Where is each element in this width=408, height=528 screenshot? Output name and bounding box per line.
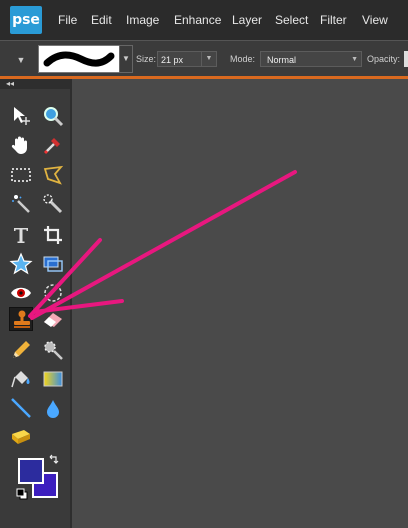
size-field[interactable]: 21 px ▼ [157,51,217,67]
red-eye-removal-tool-icon[interactable] [9,281,33,305]
gradient-tool-icon[interactable] [41,367,65,391]
line-shape-tool-icon[interactable] [9,396,33,420]
sponge-tool-icon[interactable] [9,425,33,449]
menu-file[interactable]: File [58,13,77,27]
toolbox-collapse-button[interactable]: ◂◂ [0,79,70,89]
crop-tool-icon[interactable] [41,223,65,247]
lasso-tool-icon[interactable] [41,163,65,187]
magic-wand-tool-icon[interactable] [9,192,33,216]
smart-brush-tool-icon[interactable] [41,338,65,362]
eyedropper-tool-icon[interactable] [41,133,65,157]
chevron-down-icon: ▼ [351,56,358,63]
tool-preset-dropdown[interactable]: ▼ [10,51,32,69]
mode-label: Mode: [230,54,256,64]
mode-value: Normal [267,55,297,65]
menu-layer[interactable]: Layer [232,13,262,27]
move-tool-icon[interactable] [9,104,33,128]
paint-bucket-tool-icon[interactable] [9,367,33,391]
type-tool-icon[interactable] [9,223,33,247]
tool-options-bar: ▼ ▼ Size: 21 px ▼ Mode: Normal ▼ Opacity… [0,40,408,77]
swap-colors-icon[interactable] [47,454,61,468]
zoom-tool-icon[interactable] [41,104,65,128]
menu-image[interactable]: Image [126,13,159,27]
clone-stamp-tool-icon[interactable] [9,307,33,331]
eraser-tool-icon[interactable] [41,307,65,331]
spot-healing-brush-tool-icon[interactable] [41,281,65,305]
hand-tool-icon[interactable] [9,133,33,157]
brush-picker-arrow[interactable]: ▼ [119,45,133,73]
menu-edit[interactable]: Edit [91,13,112,27]
menu-filter[interactable]: Filter [320,13,347,27]
blur-tool-icon[interactable] [41,396,65,420]
brush-preview[interactable] [38,45,120,73]
marquee-tool-icon[interactable] [9,163,33,187]
mode-select[interactable]: Normal ▼ [260,51,362,67]
pencil-tool-icon[interactable] [9,338,33,362]
menu-bar: pse File Edit Image Enhance Layer Select… [0,0,408,40]
menu-select[interactable]: Select [275,13,308,27]
straighten-tool-icon[interactable] [41,252,65,276]
menu-enhance[interactable]: Enhance [174,13,221,27]
menu-view[interactable]: View [362,13,388,27]
app-logo: pse [10,6,42,34]
size-slider-arrow[interactable]: ▼ [201,52,216,66]
quick-selection-tool-icon[interactable] [41,192,65,216]
brush-stroke-icon [43,51,115,67]
foreground-color-swatch[interactable] [18,458,44,484]
size-label: Size: [136,54,157,64]
default-colors-icon[interactable] [15,487,29,501]
cookie-cutter-tool-icon[interactable] [9,252,33,276]
opacity-field[interactable] [404,51,408,67]
opacity-label: Opacity: [367,54,401,64]
size-value: 21 px [161,55,184,65]
canvas-area[interactable] [72,79,408,528]
